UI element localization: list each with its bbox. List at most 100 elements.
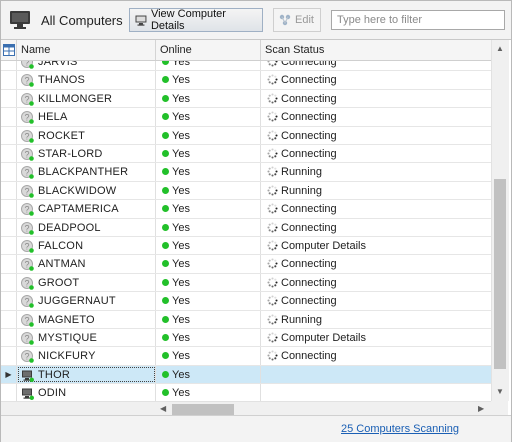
row-indicator[interactable] — [1, 329, 17, 347]
edit-button[interactable]: Edit — [273, 8, 321, 32]
vertical-scroll-thumb[interactable] — [494, 179, 506, 369]
row-indicator[interactable] — [1, 218, 17, 236]
cell-online[interactable]: Yes — [156, 237, 261, 255]
scroll-up-arrow-icon[interactable]: ▲ — [496, 44, 504, 53]
row-indicator[interactable] — [1, 384, 17, 401]
cell-scan-status[interactable]: Connecting — [261, 90, 491, 107]
row-indicator[interactable] — [1, 347, 17, 365]
cell-name[interactable]: ? GROOT — [17, 273, 156, 292]
row-indicator[interactable] — [1, 292, 17, 310]
cell-online[interactable]: Yes — [156, 310, 261, 328]
table-row[interactable]: ? THANOS Yes Connecting — [1, 71, 491, 90]
table-row[interactable]: ? BLACKPANTHER Yes Running — [1, 163, 491, 182]
cell-name[interactable]: ? ROCKET — [17, 126, 156, 144]
cell-name[interactable]: ? MYSTIQUE — [17, 329, 156, 347]
table-row[interactable]: ? NICKFURY Yes Connecting — [1, 347, 491, 366]
table-row[interactable]: ? STAR-LORD Yes Connecting — [1, 145, 491, 164]
cell-name[interactable]: ? KILLMONGER — [17, 89, 156, 108]
row-indicator[interactable] — [1, 108, 17, 126]
cell-name[interactable]: ? JUGGERNAUT — [17, 292, 156, 310]
row-indicator[interactable] — [1, 163, 17, 181]
computers-scanning-link[interactable]: 25 Computers Scanning — [341, 423, 459, 435]
row-indicator[interactable] — [1, 145, 17, 163]
row-indicator[interactable] — [1, 310, 17, 328]
cell-name[interactable]: ? DEADPOOL — [17, 218, 156, 236]
horizontal-scroll-thumb[interactable] — [172, 404, 234, 415]
cell-name[interactable]: ? BLACKPANTHER — [17, 163, 156, 181]
cell-scan-status[interactable]: Connecting — [261, 145, 491, 162]
table-row[interactable]: ? GROOT Yes Connecting — [1, 273, 491, 293]
cell-scan-status[interactable]: Running — [261, 311, 491, 328]
cell-name[interactable]: ? MAGNETO — [17, 310, 156, 328]
table-row[interactable]: ? BLACKWIDOW Yes Running — [1, 181, 491, 201]
cell-name[interactable]: ? NICKFURY — [17, 347, 156, 365]
cell-name[interactable]: ? STAR-LORD — [17, 145, 156, 163]
row-indicator[interactable] — [1, 71, 17, 89]
table-row[interactable]: ? ROCKET Yes Connecting — [1, 126, 491, 145]
horizontal-scrollbar[interactable]: ◀ ▶ — [156, 401, 491, 416]
row-indicator[interactable] — [1, 181, 17, 200]
cell-online[interactable]: Yes — [156, 108, 261, 126]
cell-online[interactable]: Yes — [156, 347, 261, 365]
cell-online[interactable]: Yes — [156, 163, 261, 181]
row-indicator[interactable]: ▶ — [1, 365, 17, 384]
cell-scan-status[interactable]: Connecting — [261, 200, 491, 217]
cell-scan-status[interactable] — [261, 366, 491, 383]
cell-scan-status[interactable]: Connecting — [261, 108, 491, 125]
cell-online[interactable]: Yes — [156, 61, 261, 71]
scroll-down-arrow-icon[interactable]: ▼ — [496, 387, 504, 396]
cell-online[interactable]: Yes — [156, 71, 261, 89]
cell-scan-status[interactable]: Connecting — [261, 71, 491, 88]
cell-name[interactable]: ? JARVIS — [17, 61, 156, 71]
cell-scan-status[interactable]: Running — [261, 163, 491, 180]
table-row[interactable]: ? ANTMAN Yes Connecting — [1, 255, 491, 274]
column-header-name[interactable]: Name — [17, 40, 156, 60]
cell-scan-status[interactable]: Computer Details — [261, 329, 491, 346]
cell-online[interactable]: Yes — [156, 365, 261, 384]
table-row[interactable]: ▶ THOR Yes — [1, 365, 491, 385]
column-header-scan-status[interactable]: Scan Status — [261, 40, 491, 60]
cell-online[interactable]: Yes — [156, 255, 261, 273]
cell-name[interactable]: THOR — [17, 365, 156, 384]
view-computer-details-button[interactable]: View Computer Details — [129, 8, 263, 32]
vertical-scrollbar[interactable]: ▲ ▼ — [491, 40, 509, 401]
cell-scan-status[interactable]: Running — [261, 182, 491, 199]
cell-scan-status[interactable]: Connecting — [261, 255, 491, 272]
cell-online[interactable]: Yes — [156, 384, 261, 401]
cell-online[interactable]: Yes — [156, 126, 261, 144]
row-indicator[interactable] — [1, 273, 17, 292]
select-all-cell[interactable] — [1, 40, 17, 60]
cell-online[interactable]: Yes — [156, 181, 261, 200]
cell-online[interactable]: Yes — [156, 145, 261, 163]
scroll-right-arrow-icon[interactable]: ▶ — [478, 404, 484, 413]
cell-online[interactable]: Yes — [156, 218, 261, 236]
table-row[interactable]: ? MAGNETO Yes Running — [1, 310, 491, 329]
cell-name[interactable]: ? HELA — [17, 108, 156, 126]
cell-online[interactable]: Yes — [156, 292, 261, 310]
row-indicator[interactable] — [1, 237, 17, 255]
table-row[interactable]: ? KILLMONGER Yes Connecting — [1, 89, 491, 109]
cell-name[interactable]: ? BLACKWIDOW — [17, 181, 156, 200]
row-indicator[interactable] — [1, 255, 17, 273]
cell-scan-status[interactable]: Connecting — [261, 219, 491, 236]
cell-name[interactable]: ? ANTMAN — [17, 255, 156, 273]
table-row[interactable]: ? MYSTIQUE Yes Computer Details — [1, 329, 491, 348]
filter-input[interactable] — [331, 10, 505, 30]
table-row[interactable]: ? JUGGERNAUT Yes Connecting — [1, 292, 491, 311]
cell-scan-status[interactable]: Connecting — [261, 61, 491, 70]
cell-scan-status[interactable]: Connecting — [261, 127, 491, 144]
row-indicator[interactable] — [1, 61, 17, 71]
row-indicator[interactable] — [1, 89, 17, 108]
table-row[interactable]: ? DEADPOOL Yes Connecting — [1, 218, 491, 237]
cell-online[interactable]: Yes — [156, 273, 261, 292]
cell-scan-status[interactable]: Connecting — [261, 292, 491, 309]
table-row[interactable]: ? HELA Yes Connecting — [1, 108, 491, 127]
table-row[interactable]: ODIN Yes — [1, 384, 491, 401]
table-row[interactable]: ? CAPTAMERICA Yes Connecting — [1, 200, 491, 219]
cell-scan-status[interactable] — [261, 384, 491, 401]
cell-name[interactable]: ? CAPTAMERICA — [17, 200, 156, 218]
table-row[interactable]: ? FALCON Yes Computer Details — [1, 237, 491, 256]
cell-name[interactable]: ? FALCON — [17, 237, 156, 255]
cell-scan-status[interactable]: Connecting — [261, 347, 491, 364]
row-indicator[interactable] — [1, 126, 17, 144]
